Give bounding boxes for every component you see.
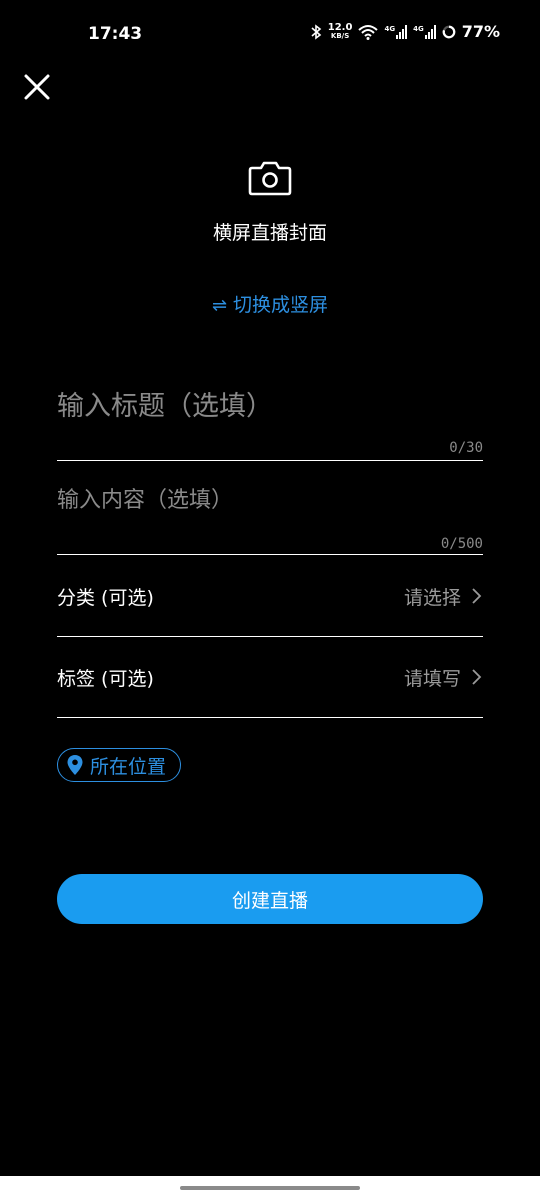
category-label: 分类 (可选) (57, 586, 154, 609)
content-field: 0/500 (57, 478, 483, 555)
net-speed-value: 12.0 (327, 21, 353, 33)
cover-label: 横屏直播封面 (212, 222, 327, 244)
content-counter: 0/500 (440, 536, 483, 552)
signal-2-label: 4G (413, 24, 424, 33)
create-live-button[interactable]: 创建直播 (57, 874, 483, 924)
category-value-wrap: 请选择 (404, 583, 483, 610)
content-input[interactable] (57, 482, 483, 526)
swap-arrows-icon: ⇌ (211, 295, 228, 316)
tags-value: 请填写 (403, 667, 461, 690)
title-field: 0/30 (57, 380, 483, 461)
switch-orientation-label: 切换成竖屏 (233, 294, 329, 316)
status-icons: 12.0 KB/S 4G 4G 77% (310, 22, 500, 41)
title-counter: 0/30 (449, 440, 483, 456)
camera-icon (248, 161, 292, 196)
tags-value-wrap: 请填写 (404, 664, 483, 691)
bluetooth-icon (311, 23, 322, 40)
battery-icon (442, 25, 456, 38)
category-value: 请选择 (403, 586, 461, 609)
signal-1-icon (396, 24, 408, 39)
category-row[interactable]: 分类 (可选) 请选择 (57, 556, 483, 637)
status-time: 17:43 (88, 24, 143, 44)
tags-label: 标签 (可选) (57, 667, 154, 690)
signal-1-label: 4G (384, 24, 396, 33)
net-speed-unit: KB/S (330, 31, 350, 40)
signal-1: 4G (384, 24, 408, 39)
battery-percent: 77% (461, 22, 500, 41)
location-pin-icon (67, 755, 83, 775)
wifi-icon (358, 24, 379, 40)
location-chip[interactable]: 所在位置 (57, 748, 182, 782)
location-label: 所在位置 (90, 755, 167, 778)
tags-row[interactable]: 标签 (可选) 请填写 (57, 637, 483, 718)
net-speed: 12.0 KB/S (327, 21, 353, 41)
cover-upload[interactable]: 横屏直播封面 (0, 158, 540, 258)
signal-2: 4G (413, 24, 436, 39)
switch-orientation-link[interactable]: ⇌ 切换成竖屏 (0, 290, 540, 317)
title-input[interactable] (57, 384, 483, 428)
chevron-right-icon (472, 669, 482, 685)
close-icon[interactable] (20, 70, 54, 104)
home-indicator[interactable] (180, 1186, 360, 1190)
signal-2-icon (424, 24, 436, 39)
chevron-right-icon (472, 588, 482, 604)
